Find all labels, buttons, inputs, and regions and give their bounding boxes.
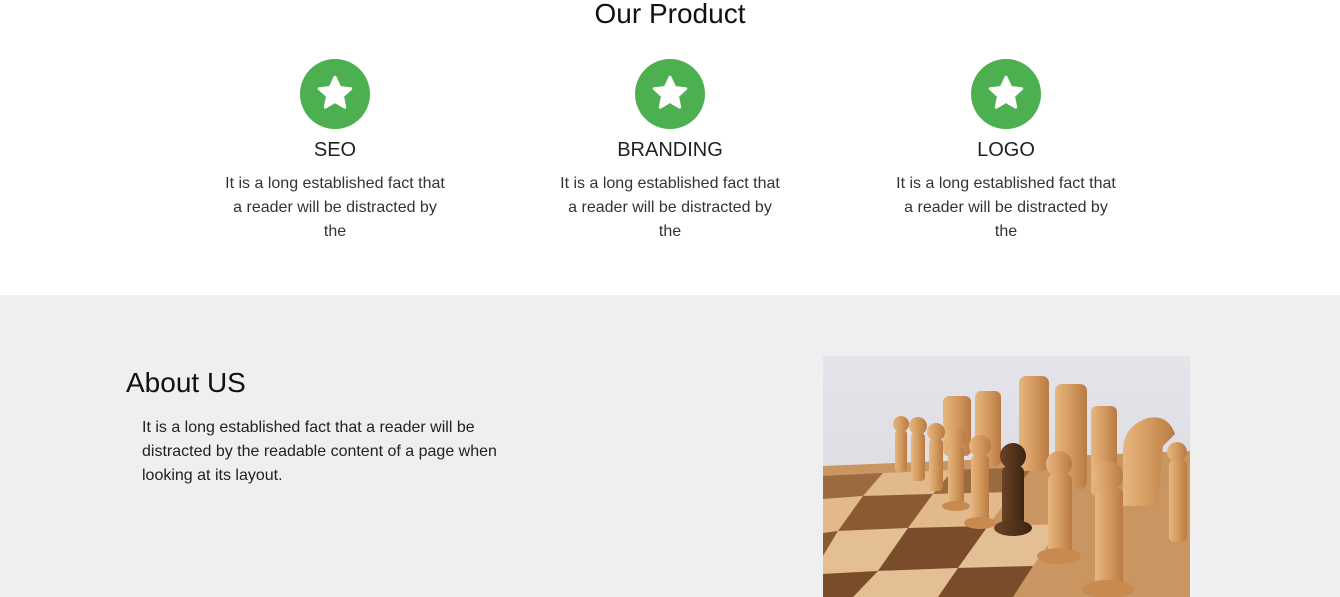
product-card-seo: SEO It is a long established fact that a… (215, 59, 455, 244)
product-section-title: Our Product (594, 0, 746, 29)
product-card-text: It is a long established fact that a rea… (896, 175, 1116, 240)
star-icon (635, 59, 705, 129)
product-card-title: BRANDING (617, 139, 723, 161)
product-card-title: LOGO (977, 139, 1035, 161)
about-section: About US It is a long established fact t… (0, 295, 1340, 597)
product-section: Our Product SEO It is a long established… (0, 0, 1340, 295)
about-title: About US (126, 367, 246, 398)
product-card-text: It is a long established fact that a rea… (560, 175, 780, 240)
product-card-logo: LOGO It is a long established fact that … (886, 59, 1126, 244)
star-icon (300, 59, 370, 129)
product-card-title: SEO (313, 139, 357, 161)
about-text: It is a long established fact that a rea… (142, 419, 497, 484)
chess-board-image (823, 356, 1190, 597)
product-card-branding: BRANDING It is a long established fact t… (550, 59, 790, 244)
product-card-text: It is a long established fact that a rea… (225, 175, 445, 240)
star-icon (971, 59, 1041, 129)
